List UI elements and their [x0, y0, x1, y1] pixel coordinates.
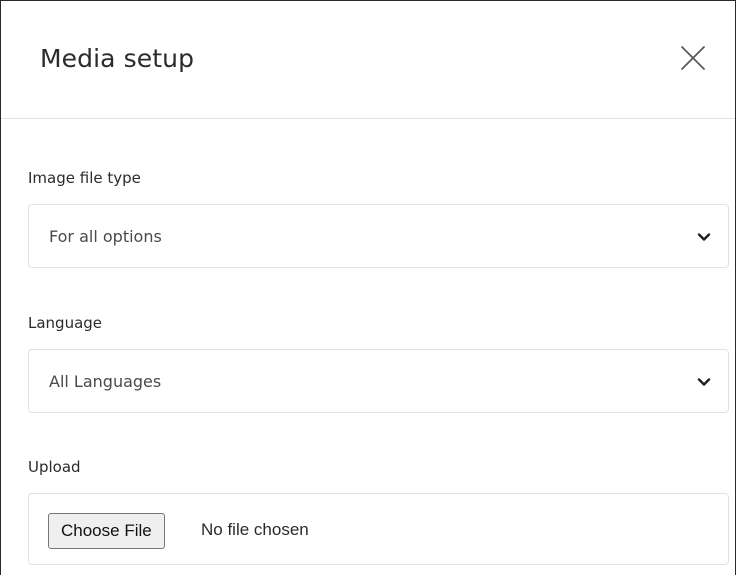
upload-label: Upload — [28, 458, 81, 476]
close-icon — [681, 46, 705, 70]
chevron-down-icon — [697, 233, 711, 241]
image-file-type-select[interactable]: For all options — [28, 204, 729, 268]
file-upload-field[interactable]: Choose File No file chosen — [28, 493, 729, 565]
media-setup-modal: Media setup Image file type For all opti… — [0, 0, 736, 575]
language-select[interactable]: All Languages — [28, 349, 729, 413]
modal-header: Media setup — [1, 1, 735, 119]
image-file-type-selected-value: For all options — [49, 227, 162, 246]
language-label: Language — [28, 314, 103, 332]
modal-title: Media setup — [40, 44, 195, 73]
file-status-text: No file chosen — [201, 520, 309, 539]
image-file-type-label: Image file type — [28, 169, 141, 187]
close-button[interactable] — [677, 42, 709, 74]
choose-file-button[interactable]: Choose File — [48, 513, 165, 549]
language-selected-value: All Languages — [49, 372, 162, 391]
chevron-down-icon — [697, 378, 711, 386]
